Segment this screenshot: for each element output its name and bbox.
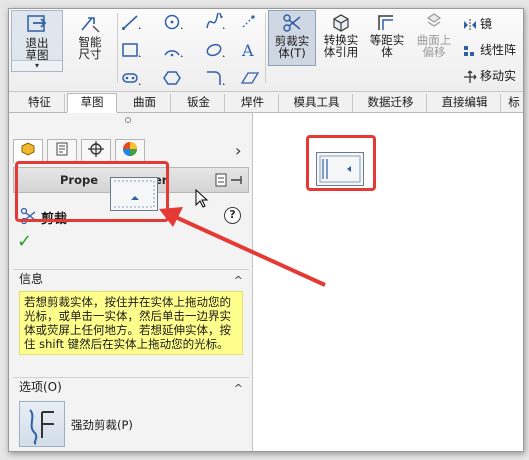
crosshair-icon: [88, 141, 104, 157]
move-entities-button[interactable]: 移动实: [463, 67, 516, 84]
display-manager-tab[interactable]: [115, 139, 145, 163]
offset-on-surface-label: 曲面上偏移: [416, 33, 452, 59]
move-icon: [464, 70, 477, 83]
linear-pattern-icon: [464, 45, 474, 56]
configuration-manager-tab[interactable]: [81, 139, 111, 163]
convert-entities-button[interactable]: 转换实体引用: [319, 10, 363, 66]
svg-text:A: A: [241, 41, 254, 59]
command-manager-ribbon: 退出草图 ▾ 智能尺寸 A 剪裁实体(T) 转换实体引用 等距实体 曲面上偏移 …: [9, 9, 523, 92]
ok-check-icon[interactable]: ✓: [17, 231, 32, 252]
mouse-cursor-icon: [195, 189, 209, 208]
exit-sketch-label: 退出草图: [25, 36, 49, 62]
options-title: 选项(O): [19, 380, 62, 394]
trim-entities-label: 剪裁实体(T): [274, 34, 310, 60]
part-icon: [21, 142, 35, 156]
solidworks-window: 退出草图 ▾ 智能尺寸 A 剪裁实体(T) 转换实体引用 等距实体 曲面上偏移 …: [8, 8, 524, 452]
offset-entities-button[interactable]: 等距实体: [365, 10, 409, 66]
exit-sketch-dropdown[interactable]: ▾: [12, 60, 62, 71]
canvas-preview: [316, 152, 364, 186]
panel-grip[interactable]: [125, 117, 131, 123]
ribbon-separator: [265, 13, 266, 83]
feature-manager-tab[interactable]: [13, 139, 43, 163]
text-icon[interactable]: A: [239, 41, 261, 59]
canvas-preview-glyph-icon: [319, 155, 361, 183]
smart-dimension-icon: [81, 17, 100, 33]
property-manager-tab[interactable]: [47, 139, 77, 163]
offset-on-surface-button[interactable]: 曲面上偏移: [411, 10, 457, 66]
ribbon-separator: [117, 13, 118, 83]
exit-sketch-button[interactable]: 退出草图 ▾: [11, 10, 63, 72]
exit-sketch-icon: [27, 15, 47, 32]
mirror-icon: [464, 18, 476, 31]
power-trim-icon: [29, 409, 54, 445]
smart-dimension-button[interactable]: 智能尺寸: [65, 10, 115, 72]
rectangle-icon[interactable]: [121, 41, 143, 59]
tab-sheet-metal[interactable]: 钣金: [173, 94, 225, 112]
offset-on-surface-icon: [426, 13, 442, 27]
move-label: 移动实: [480, 69, 517, 83]
linear-pattern-button[interactable]: 线性阵: [463, 41, 516, 58]
fillet-icon[interactable]: [205, 69, 227, 87]
options-section-title[interactable]: 选项(O) ^: [13, 377, 249, 397]
point-icon[interactable]: [239, 13, 261, 31]
power-trim-label: 强劲剪裁(P): [71, 418, 133, 432]
tab-surfaces[interactable]: 曲面: [119, 94, 171, 112]
line-icon[interactable]: [121, 13, 143, 31]
trim-entities-button[interactable]: 剪裁实体(T): [268, 10, 316, 66]
slot-icon[interactable]: [121, 69, 143, 87]
ellipse-icon[interactable]: [205, 41, 227, 59]
polygon-icon[interactable]: [163, 69, 185, 87]
power-trim-button[interactable]: [19, 401, 65, 447]
plane-icon[interactable]: [239, 69, 261, 87]
pointer-arrow: [159, 207, 326, 287]
power-trim-option[interactable]: 强劲剪裁(P): [13, 401, 249, 451]
tab-direct-editing[interactable]: 直接编辑: [429, 94, 501, 112]
trim-entities-icon: [283, 14, 301, 32]
arc-icon[interactable]: [163, 41, 185, 59]
pin-icon[interactable]: [215, 173, 245, 187]
offset-entities-label: 等距实体: [369, 33, 405, 59]
smart-dimension-label: 智能尺寸: [78, 35, 102, 61]
info-message: 若想剪裁实体，按住并在实体上拖动您的光标，或单击一实体，然后单击一边界实体或荧屏…: [19, 291, 243, 355]
options-section: 选项(O) ^ 强劲剪裁(P): [13, 377, 249, 451]
color-wheel-icon: [123, 142, 137, 156]
command-manager-tabs: 特征 草图 曲面 钣金 焊件 模具工具 数据迁移 直接编辑 标: [9, 92, 523, 113]
info-title: 信息: [19, 272, 44, 286]
tab-sketch[interactable]: 草图: [67, 93, 117, 113]
tab-more[interactable]: 标: [503, 94, 523, 112]
tab-features[interactable]: 特征: [15, 94, 65, 112]
mirror-label: 镜: [480, 17, 493, 31]
tab-data-migration[interactable]: 数据迁移: [355, 94, 427, 112]
collapse-options-icon[interactable]: ^: [234, 380, 243, 398]
manager-tabs: ›: [13, 133, 249, 163]
convert-entities-label: 转换实体引用: [323, 33, 359, 59]
tab-weldments[interactable]: 焊件: [227, 94, 279, 112]
spline-icon[interactable]: [205, 13, 227, 31]
convert-entities-icon: [333, 14, 349, 32]
tab-mold-tools[interactable]: 模具工具: [281, 94, 353, 112]
offset-entities-icon: [378, 15, 393, 30]
property-icon: [56, 142, 68, 156]
linear-pattern-label: 线性阵: [480, 43, 517, 57]
tabs-scroll-right-icon[interactable]: ›: [235, 141, 241, 160]
mirror-entities-button[interactable]: 镜: [463, 15, 492, 32]
circle-icon[interactable]: [163, 13, 185, 31]
